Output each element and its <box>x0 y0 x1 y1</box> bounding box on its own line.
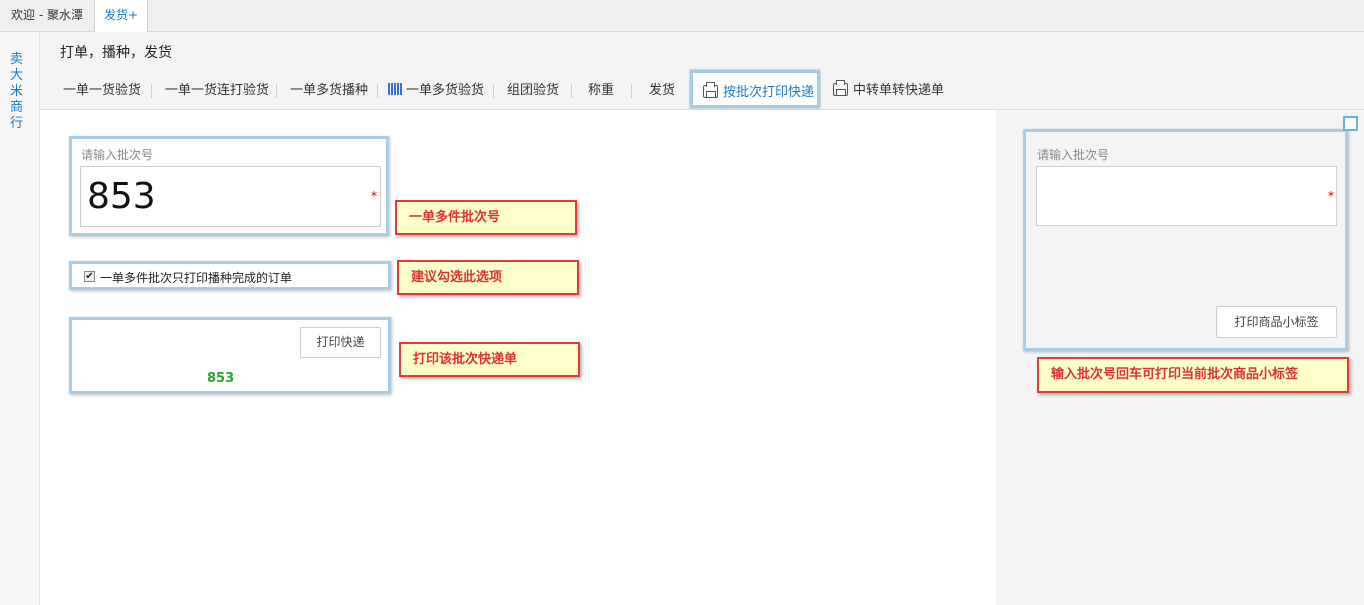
callout-batch-number: 一单多件批次号 <box>395 200 577 235</box>
print-express-button[interactable]: 打印快递 <box>300 327 381 358</box>
sowing-only-checkbox-label[interactable]: 一单多件批次只打印播种完成的订单 <box>100 269 292 286</box>
tab-strip: 欢迎 - 聚水潭 发货+ <box>0 0 1364 32</box>
subnav-item-single-continuous-check[interactable]: 一单一货连打验货 <box>165 68 269 109</box>
callout-suggest-check: 建议勾选此选项 <box>397 260 579 295</box>
label-batch-input-label: 请输入批次号 <box>1037 148 1110 162</box>
divider <box>276 84 277 98</box>
batch-input-label: 请输入批次号 <box>81 148 154 162</box>
page-title: 打单，播种，发货 <box>60 45 172 61</box>
divider <box>151 84 152 98</box>
printer-icon <box>703 82 718 98</box>
batch-input-group: 请输入批次号 853 * <box>69 136 389 236</box>
subnav-item-ship[interactable]: 发货 <box>649 68 675 109</box>
subnav-item-group-check[interactable]: 组团验货 <box>507 68 559 109</box>
callout-print-express: 打印该批次快递单 <box>399 342 580 377</box>
print-product-label-button[interactable]: 打印商品小标签 <box>1216 306 1337 338</box>
subnav-item-single-check[interactable]: 一单一货验货 <box>63 68 141 109</box>
printer-icon <box>833 80 848 96</box>
print-express-group: 打印快递 853 <box>69 317 391 394</box>
sub-nav: 一单一货验货 一单一货连打验货 一单多货播种 一单多货验货 组团验货 称重 发货… <box>40 68 1364 110</box>
main-panel: 请输入批次号 853 * ✔ 一单多件批次只打印播种完成的订单 打印快递 853… <box>40 110 996 605</box>
divider <box>493 84 494 98</box>
active-tab-content: 按批次打印快递 <box>703 70 814 111</box>
divider <box>571 84 572 98</box>
label-batch-number-input[interactable]: * <box>1036 166 1337 226</box>
batch-number-value: 853 <box>87 176 156 217</box>
batch-number-input[interactable]: 853 * <box>80 166 381 227</box>
subnav-item-label: 一单多货验货 <box>406 83 485 98</box>
tab-ship[interactable]: 发货+ <box>95 0 148 32</box>
divider <box>377 84 378 98</box>
panel-toggle-square[interactable] <box>1343 116 1358 131</box>
right-panel: 请输入批次号 * 打印商品小标签 输入批次号回车可打印当前批次商品小标签 <box>996 110 1364 605</box>
tab-welcome[interactable]: 欢迎 - 聚水潭 <box>0 0 95 31</box>
subnav-item-weigh[interactable]: 称重 <box>588 68 614 109</box>
subnav-item-transfer-to-express[interactable]: 中转单转快递单 <box>833 68 944 109</box>
sidebar: 卖大米商行 <box>0 32 40 605</box>
batch-number-display: 853 <box>207 371 235 386</box>
label-print-group: 请输入批次号 * 打印商品小标签 <box>1023 129 1348 351</box>
required-mark: * <box>1328 189 1334 203</box>
required-mark: * <box>371 189 377 203</box>
subnav-item-label: 中转单转快递单 <box>853 83 945 98</box>
subnav-item-multi-sowing[interactable]: 一单多货播种 <box>290 68 368 109</box>
subnav-item-label: 按批次打印快递 <box>723 85 815 100</box>
subnav-item-multi-check[interactable]: 一单多货验货 <box>388 68 484 109</box>
divider <box>631 84 632 98</box>
shop-name-link[interactable]: 卖大米商行 <box>10 52 30 132</box>
subnav-item-batch-print-express[interactable]: 按批次打印快递 <box>690 70 820 108</box>
barcode-grid-icon <box>388 83 402 95</box>
callout-label-tip: 输入批次号回车可打印当前批次商品小标签 <box>1037 357 1349 393</box>
sowing-only-option: ✔ 一单多件批次只打印播种完成的订单 <box>69 261 391 290</box>
sowing-only-checkbox[interactable]: ✔ <box>84 271 95 282</box>
